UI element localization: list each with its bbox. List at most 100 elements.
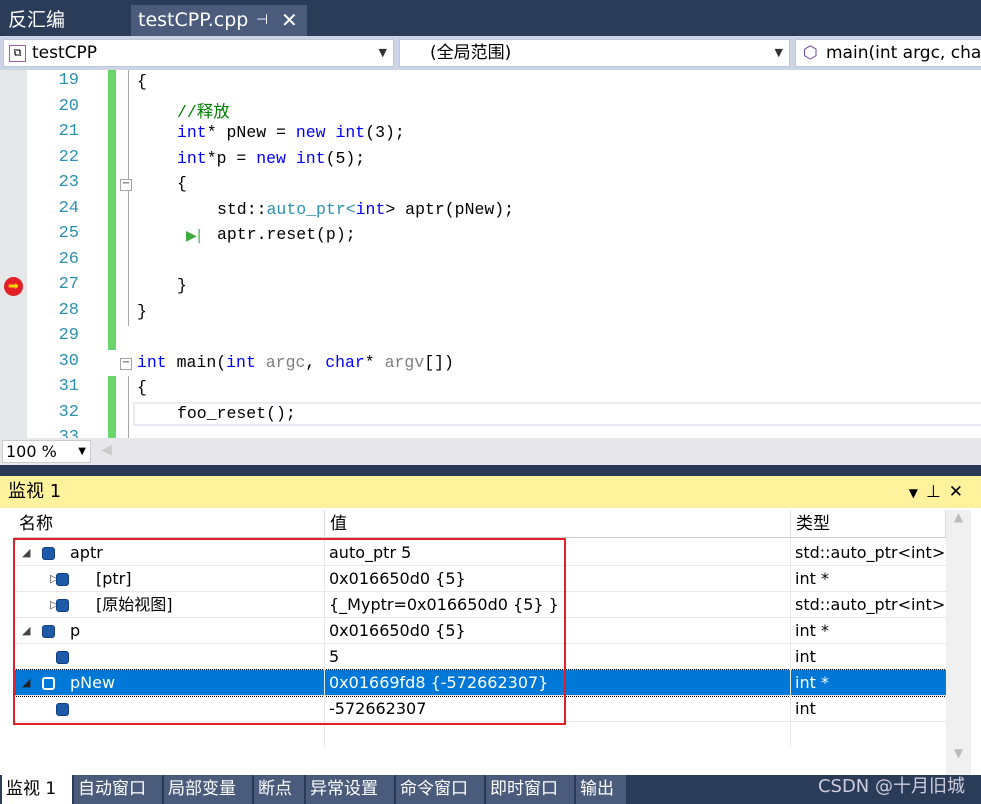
watch-type: int: [795, 647, 816, 666]
tab-disassembly[interactable]: 反汇编: [0, 5, 128, 36]
code-token: int: [355, 199, 386, 219]
bottom-tab[interactable]: 输出: [576, 775, 626, 804]
watch-type: std::auto_ptr<int>: [795, 595, 946, 614]
code-token: foo_reset();: [177, 403, 296, 423]
code-line[interactable]: int*p = new int(5);: [177, 149, 365, 168]
code-token: new: [295, 123, 326, 142]
change-bar: [108, 376, 116, 438]
code-line[interactable]: {: [137, 72, 147, 91]
code-line[interactable]: std::auto_ptr<int> aptr(pNew);: [217, 200, 514, 219]
chevron-down-icon: ▼: [78, 446, 86, 457]
navigation-bar: ⧉ testCPP ▼ (全局范围) ▼ ⬡ main(int argc, char: [0, 36, 981, 70]
scroll-left-icon[interactable]: ◀: [101, 442, 112, 458]
close-icon[interactable]: ✕: [281, 5, 298, 36]
line-number: 30: [58, 351, 79, 371]
code-token: {: [137, 378, 147, 397]
code-line[interactable]: {: [177, 174, 187, 193]
code-line[interactable]: }: [177, 276, 187, 295]
code-token: new: [256, 148, 286, 168]
watch-scrollbar[interactable]: ▲ ▼: [946, 510, 971, 775]
line-number: 26: [58, 249, 79, 269]
cube-icon: ⬡: [803, 43, 818, 63]
code-token: int: [295, 148, 326, 168]
code-line[interactable]: int* pNew = new int(3);: [177, 123, 405, 142]
scope-name: (全局范围): [430, 43, 512, 63]
pin-icon[interactable]: ⊣: [256, 5, 268, 36]
line-number: 31: [58, 377, 79, 396]
column-header-name[interactable]: 名称: [14, 510, 325, 538]
bottom-tab[interactable]: 即时窗口: [486, 775, 574, 804]
code-line[interactable]: aptr.reset(p);: [217, 225, 356, 244]
scroll-down-icon[interactable]: ▼: [946, 746, 971, 760]
code-token: ,: [305, 352, 326, 372]
pin-icon[interactable]: ⊥: [926, 482, 949, 502]
line-number: 19: [58, 71, 79, 90]
code-line[interactable]: foo_reset();: [177, 404, 296, 423]
code-token: int: [137, 352, 167, 372]
outline-line: [128, 376, 129, 438]
line-number: 33: [58, 428, 79, 438]
bottom-tab[interactable]: 自动窗口: [74, 775, 162, 804]
code-editor[interactable]: − − ➡ ▶| 19{20//释放 21 int* pNew = new int(…: [0, 70, 981, 438]
code-token: int: [177, 148, 207, 168]
header-label: 值: [330, 514, 347, 534]
column-divider: [790, 538, 791, 748]
scroll-up-icon[interactable]: ▲: [946, 510, 971, 524]
tab-testcpp[interactable]: testCPP.cpp ⊣ ✕: [131, 5, 307, 36]
code-token: int: [335, 123, 366, 142]
column-header-value[interactable]: 值: [325, 510, 791, 538]
code-token: int: [226, 352, 256, 372]
zoom-dropdown[interactable]: 100 % ▼: [2, 440, 91, 463]
bottom-tab[interactable]: 断点: [254, 775, 304, 804]
header-label: 类型: [796, 514, 830, 534]
tab-label: 反汇编: [8, 9, 66, 31]
tab-label: testCPP.cpp: [138, 9, 249, 31]
run-to-click-icon[interactable]: ▶|: [186, 228, 201, 244]
code-line[interactable]: int main(int argc, char* argv[]): [137, 353, 454, 372]
bottom-tab[interactable]: 命令窗口: [396, 775, 484, 804]
outline-line: [128, 70, 129, 326]
watch-type: int *: [795, 569, 829, 588]
code-line[interactable]: //释放: [177, 98, 230, 122]
code-token: std::: [217, 199, 267, 219]
watch-type: int *: [795, 621, 829, 640]
zoom-level: 100 %: [6, 442, 57, 461]
collapse-icon[interactable]: −: [120, 179, 132, 191]
line-number: 28: [58, 300, 79, 320]
code-token: aptr.reset(p);: [217, 225, 356, 244]
project-dropdown[interactable]: ⧉ testCPP ▼: [3, 39, 394, 67]
code-token: main(: [166, 352, 227, 372]
annotation-highlight-box: [13, 538, 566, 725]
collapse-icon[interactable]: −: [120, 358, 132, 370]
header-label: 名称: [19, 514, 53, 534]
code-token: (3);: [365, 123, 405, 142]
line-number: 23: [58, 173, 79, 192]
change-bar: [108, 70, 116, 350]
code-line[interactable]: }: [137, 302, 147, 321]
watch-type: int *: [795, 673, 829, 692]
function-dropdown[interactable]: ⬡ main(int argc, char: [795, 39, 981, 67]
function-name: main(int argc, char: [826, 43, 981, 63]
bottom-tab[interactable]: 监视 1: [2, 775, 72, 804]
code-token: * pNew =: [206, 123, 296, 142]
line-number: 20: [58, 96, 79, 116]
bottom-tab[interactable]: 局部变量: [164, 775, 252, 804]
scope-dropdown[interactable]: (全局范围) ▼: [399, 39, 790, 67]
breakpoint-current-arrow-icon[interactable]: ➡: [4, 277, 23, 296]
code-token: argc: [265, 352, 306, 372]
code-token: auto_ptr: [266, 199, 346, 219]
breakpoint-margin[interactable]: [0, 70, 27, 438]
bottom-tab[interactable]: 异常设置: [306, 775, 394, 804]
column-header-type[interactable]: 类型: [791, 510, 946, 538]
line-number: 25: [58, 224, 79, 243]
code-line[interactable]: {: [137, 378, 147, 397]
close-icon[interactable]: ✕: [949, 482, 971, 502]
dropdown-icon[interactable]: ▼: [909, 486, 926, 500]
watch-type: std::auto_ptr<int>: [795, 543, 946, 562]
code-token: > aptr(pNew);: [385, 199, 515, 219]
editor-status-bar: 100 % ▼ ◀: [0, 438, 981, 465]
code-token: argv: [384, 352, 425, 372]
chevron-down-icon: ▼: [378, 46, 387, 59]
